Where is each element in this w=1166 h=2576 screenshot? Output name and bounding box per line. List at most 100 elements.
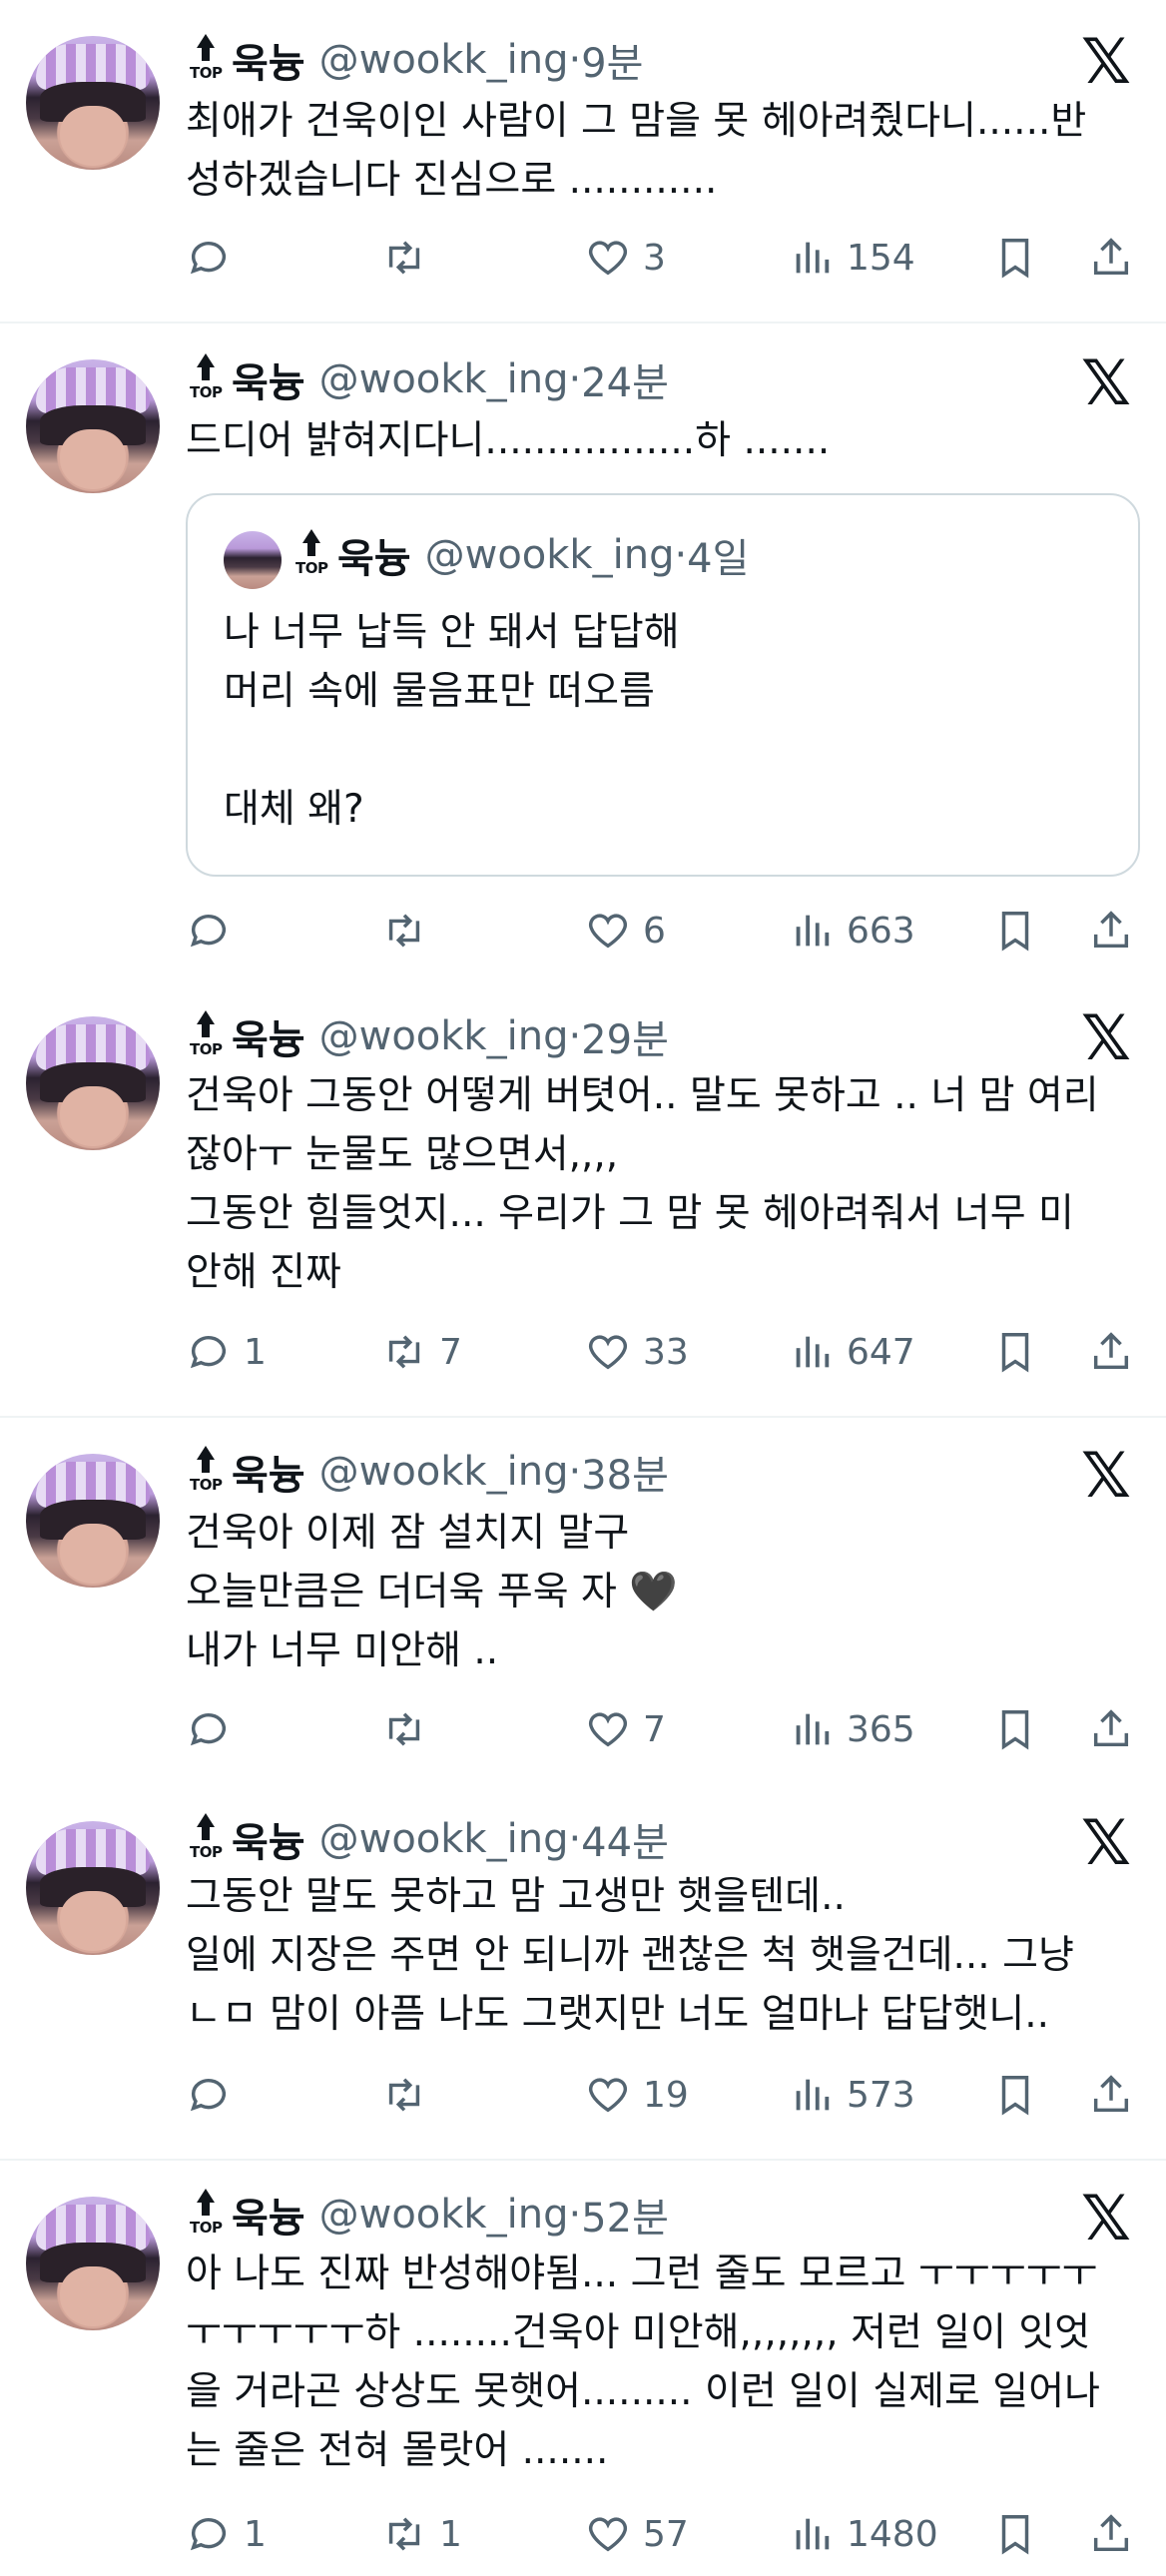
retweet-button[interactable]: 1 bbox=[381, 2504, 462, 2564]
share-button[interactable] bbox=[1088, 228, 1134, 288]
retweet-icon bbox=[388, 2517, 420, 2551]
views-icon bbox=[796, 242, 830, 274]
heart-icon bbox=[588, 914, 628, 949]
bookmark-button[interactable] bbox=[992, 1699, 1038, 1759]
top-badge-icon: TOP bbox=[190, 1813, 223, 1865]
share-button[interactable] bbox=[1088, 2065, 1134, 2125]
quote-header: TOP 욱늉 @wookk_ing · 4일 bbox=[295, 525, 749, 585]
views-button[interactable]: 663 bbox=[789, 901, 915, 961]
reply-icon bbox=[190, 2079, 227, 2112]
like-button[interactable]: 7 bbox=[585, 1699, 666, 1759]
bookmark-icon bbox=[1001, 1333, 1029, 1373]
author-handle[interactable]: @wookk_ing bbox=[319, 356, 569, 402]
author-name[interactable]: 욱늉 bbox=[232, 1443, 305, 1501]
tweet-header: TOP 욱늉 @wookk_ing · 44분 bbox=[190, 1809, 669, 1869]
author-handle[interactable]: @wookk_ing bbox=[319, 37, 569, 83]
share-button[interactable] bbox=[1088, 901, 1134, 961]
bookmark-button[interactable] bbox=[992, 2504, 1038, 2564]
views-button[interactable]: 154 bbox=[789, 228, 915, 288]
retweet-button[interactable] bbox=[381, 1699, 439, 1759]
author-name[interactable]: 욱늉 bbox=[232, 2186, 305, 2244]
avatar[interactable] bbox=[26, 2197, 160, 2330]
tweet[interactable]: TOP 욱늉 @wookk_ing · 24분 𝕏 드디어 밝혀지다니.....… bbox=[0, 323, 1166, 996]
timestamp[interactable]: 52분 bbox=[581, 2186, 669, 2244]
bookmark-icon bbox=[1001, 2515, 1029, 2555]
bookmark-button[interactable] bbox=[992, 228, 1038, 288]
retweet-button[interactable] bbox=[381, 901, 439, 961]
bookmark-button[interactable] bbox=[992, 2065, 1038, 2125]
avatar[interactable] bbox=[26, 1821, 160, 1955]
action-bar: 3 154 bbox=[186, 228, 1144, 288]
share-button[interactable] bbox=[1088, 2504, 1134, 2564]
tweet[interactable]: TOP 욱늉 @wookk_ing · 29분 𝕏 건욱아 그동안 어떻게 버텻… bbox=[0, 996, 1166, 1416]
views-icon bbox=[796, 2079, 830, 2111]
tweet[interactable]: TOP 욱늉 @wookk_ing · 38분 𝕏 건욱아 이제 잠 설치지 말… bbox=[0, 1418, 1166, 1787]
reply-icon bbox=[190, 242, 227, 275]
retweet-button[interactable] bbox=[381, 228, 439, 288]
author-handle[interactable]: @wookk_ing bbox=[319, 2192, 569, 2238]
views-button[interactable]: 647 bbox=[789, 1322, 915, 1382]
views-button[interactable]: 1480 bbox=[789, 2504, 938, 2564]
avatar[interactable] bbox=[26, 359, 160, 493]
top-badge-icon: TOP bbox=[190, 353, 223, 405]
timestamp[interactable]: 44분 bbox=[581, 1810, 669, 1868]
quote-author-name: 욱늉 bbox=[337, 536, 411, 582]
avatar[interactable] bbox=[26, 1016, 160, 1150]
share-button[interactable] bbox=[1088, 1699, 1134, 1759]
reply-icon bbox=[190, 2518, 227, 2551]
bookmark-button[interactable] bbox=[992, 1322, 1038, 1382]
quote-tweet[interactable]: TOP 욱늉 @wookk_ing · 4일 나 너무 납득 안 돼서 답답해 … bbox=[186, 493, 1140, 877]
like-button[interactable]: 6 bbox=[585, 901, 666, 961]
tweet[interactable]: TOP 욱늉 @wookk_ing · 9분 𝕏 최애가 건욱이인 사람이 그 … bbox=[0, 0, 1166, 322]
reply-button[interactable]: 1 bbox=[186, 1322, 267, 1382]
views-icon bbox=[796, 2518, 830, 2550]
author-handle[interactable]: @wookk_ing bbox=[319, 1013, 569, 1059]
x-logo-icon: 𝕏 bbox=[1081, 346, 1131, 419]
like-button[interactable]: 57 bbox=[585, 2504, 689, 2564]
reply-button[interactable]: 1 bbox=[186, 2504, 267, 2564]
author-name[interactable]: 욱늉 bbox=[232, 350, 305, 408]
action-bar: 19 573 bbox=[186, 2065, 1144, 2125]
author-handle[interactable]: @wookk_ing bbox=[319, 1449, 569, 1495]
author-handle[interactable]: @wookk_ing bbox=[319, 1816, 569, 1862]
author-name[interactable]: 욱늉 bbox=[232, 1007, 305, 1065]
tweet-text: 아 나도 진짜 반성해야됨... 그런 줄도 모르고 ㅜㅜㅜㅜㅜ ㅜㅜㅜㅜㅜ하 … bbox=[186, 2252, 1100, 2473]
timestamp[interactable]: 9분 bbox=[581, 31, 643, 89]
timestamp[interactable]: 38분 bbox=[581, 1443, 669, 1501]
retweet-icon bbox=[388, 1335, 420, 1369]
tweet-header: TOP 욱늉 @wookk_ing · 29분 bbox=[190, 1006, 669, 1066]
retweet-icon bbox=[388, 1712, 420, 1746]
x-logo-icon: 𝕏 bbox=[1081, 1439, 1131, 1512]
like-button[interactable]: 33 bbox=[585, 1322, 689, 1382]
retweet-button[interactable]: 7 bbox=[381, 1322, 462, 1382]
views-icon bbox=[796, 915, 830, 947]
quote-text: 나 너무 납득 안 돼서 답답해 머리 속에 물음표만 떠오름 대체 왜? bbox=[224, 610, 680, 832]
x-logo-icon: 𝕏 bbox=[1081, 1001, 1131, 1074]
reply-button[interactable] bbox=[186, 1699, 244, 1759]
avatar[interactable] bbox=[26, 36, 160, 170]
avatar[interactable] bbox=[26, 1454, 160, 1588]
like-button[interactable]: 3 bbox=[585, 228, 666, 288]
author-name[interactable]: 욱늉 bbox=[232, 31, 305, 89]
tweet[interactable]: TOP 욱늉 @wookk_ing · 44분 𝕏 그동안 말도 못하고 맘 고… bbox=[0, 1787, 1166, 2159]
views-button[interactable]: 573 bbox=[789, 2065, 915, 2125]
tweet-text: 최애가 건욱이인 사람이 그 맘을 못 헤아려줬다니......반 성하겠습니다… bbox=[186, 99, 1087, 203]
tweet[interactable]: TOP 욱늉 @wookk_ing · 52분 𝕏 아 나도 진짜 반성해야됨.… bbox=[0, 2161, 1166, 2576]
retweet-icon bbox=[388, 914, 420, 948]
top-badge-icon: TOP bbox=[190, 1446, 223, 1498]
bookmark-button[interactable] bbox=[992, 901, 1038, 961]
share-icon bbox=[1093, 2075, 1129, 2113]
reply-button[interactable] bbox=[186, 901, 244, 961]
timestamp[interactable]: 24분 bbox=[581, 350, 669, 408]
reply-button[interactable] bbox=[186, 2065, 244, 2125]
views-button[interactable]: 365 bbox=[789, 1699, 915, 1759]
tweet-header: TOP 욱늉 @wookk_ing · 52분 bbox=[190, 2185, 669, 2245]
like-button[interactable]: 19 bbox=[585, 2065, 689, 2125]
tweet-header: TOP 욱늉 @wookk_ing · 24분 bbox=[190, 349, 669, 409]
retweet-button[interactable] bbox=[381, 2065, 439, 2125]
reply-button[interactable] bbox=[186, 228, 244, 288]
x-logo-icon: 𝕏 bbox=[1081, 1806, 1131, 1879]
timestamp[interactable]: 29분 bbox=[581, 1007, 669, 1065]
author-name[interactable]: 욱늉 bbox=[232, 1810, 305, 1868]
share-button[interactable] bbox=[1088, 1322, 1134, 1382]
